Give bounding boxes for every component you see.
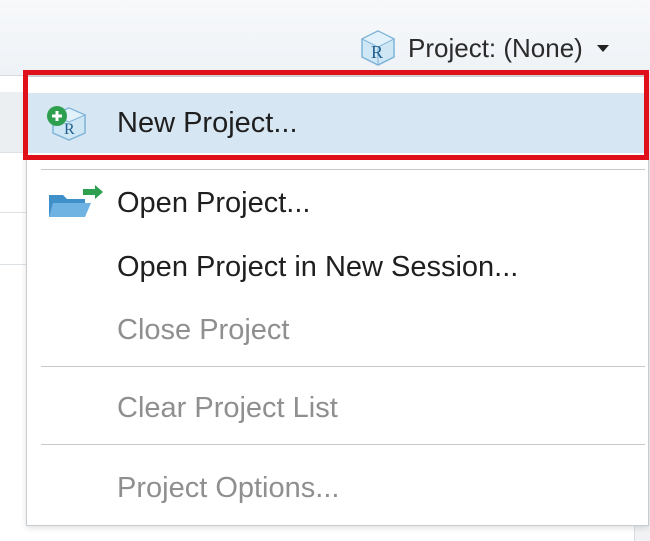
menu-item-icon-placeholder: [39, 460, 109, 516]
chevron-down-icon: [596, 44, 609, 52]
menu-item-icon-placeholder: [39, 239, 109, 295]
menu-item-label: New Project...: [117, 106, 298, 139]
menu-item-project-options[interactable]: Project Options...: [39, 460, 639, 516]
menu-item-open-project[interactable]: Open Project...: [39, 175, 639, 231]
project-dropdown-menu: R New Project... Open Project... Open Pr…: [26, 76, 649, 526]
menu-item-label: Project Options...: [117, 471, 340, 504]
menu-separator: [41, 169, 645, 170]
menu-item-label: Open Project in New Session...: [117, 250, 519, 283]
menu-item-close-project[interactable]: Close Project: [39, 302, 639, 358]
menu-item-label: Close Project: [117, 313, 290, 346]
menu-item-icon-placeholder: [39, 302, 109, 358]
new-project-icon: R: [27, 95, 109, 151]
menu-item-icon-placeholder: [39, 380, 109, 436]
menu-item-label: Open Project...: [117, 186, 311, 219]
main-toolbar: R Project: (None): [0, 0, 650, 76]
menu-item-open-project-new-session[interactable]: Open Project in New Session...: [39, 239, 639, 295]
open-folder-icon: [39, 175, 109, 231]
background-pane-divider: [0, 212, 26, 213]
r-project-cube-icon: R: [360, 30, 396, 66]
menu-item-new-project[interactable]: R New Project...: [27, 93, 648, 153]
menu-separator: [41, 444, 645, 445]
menu-separator: [41, 366, 645, 367]
menu-item-clear-project-list[interactable]: Clear Project List: [39, 380, 639, 436]
background-pane-divider: [0, 152, 26, 153]
background-pane-divider: [0, 264, 26, 265]
menu-item-label: Clear Project List: [117, 391, 338, 424]
project-menu-label: Project: (None): [408, 32, 583, 63]
background-pane-strip: [0, 92, 26, 152]
svg-text:R: R: [371, 42, 383, 62]
project-menu-button[interactable]: R Project: (None): [358, 28, 609, 68]
svg-text:R: R: [64, 121, 75, 138]
